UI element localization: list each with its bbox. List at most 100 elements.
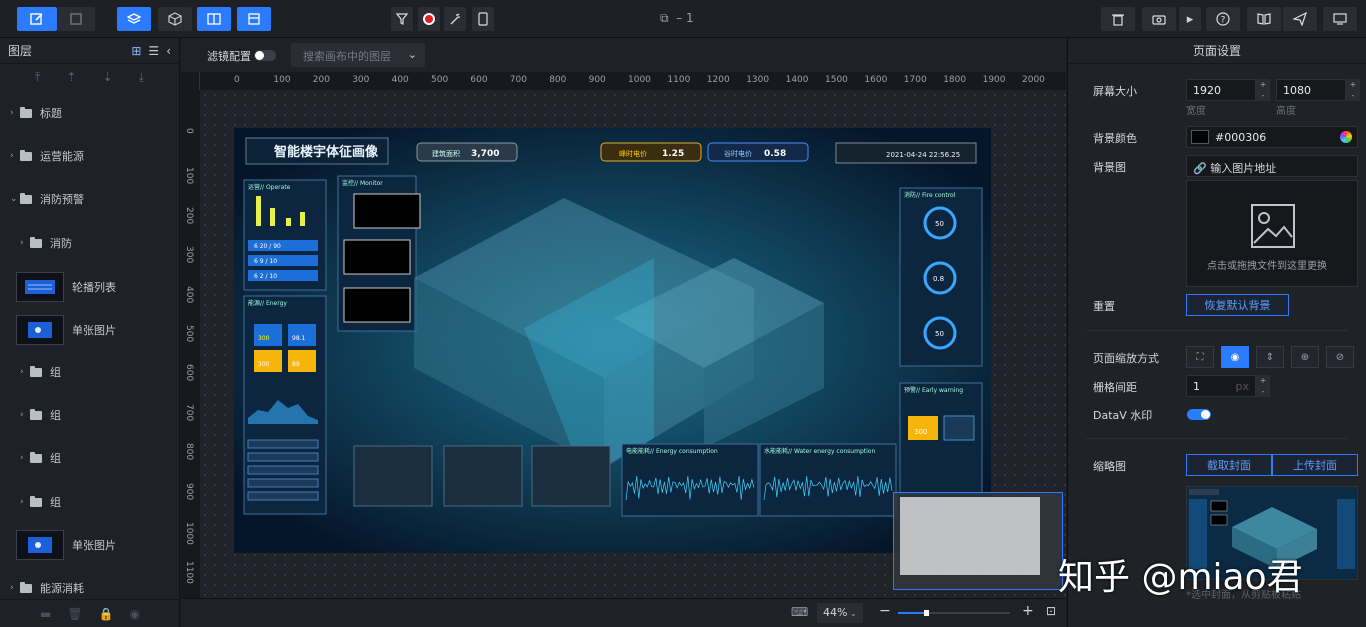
zoom-slider-track[interactable] [898, 610, 1010, 616]
layer-item[interactable]: › 运营能源 [0, 148, 180, 164]
ruler-tick-label: 800 [549, 75, 567, 85]
ruler-tick-label: 500 [431, 75, 449, 85]
layer-label: 标题 [40, 107, 62, 120]
fit-screen-icon[interactable]: ⊡ [1046, 604, 1056, 618]
ruler-tick-label: 300 [184, 246, 194, 264]
layer-search-input[interactable]: 搜索画布中的图层 ⌄ [291, 43, 425, 67]
preview-mode-button[interactable] [57, 7, 95, 31]
layer-item[interactable]: › 组 [0, 407, 180, 423]
delete-icon[interactable]: 🗑 [67, 607, 82, 621]
filter-button[interactable] [391, 7, 413, 31]
page-settings-header: 页面设置 [1068, 38, 1366, 64]
toolbox-toggle-button[interactable] [237, 7, 271, 31]
watermark-label: DataV 水印 [1093, 409, 1153, 422]
filter-bar: 滤镜配置 搜索画布中的图层 ⌄ [181, 38, 1066, 72]
folder-icon [30, 495, 42, 507]
capture-cover-button[interactable]: 截取封面 [1186, 454, 1272, 476]
magic-button[interactable] [444, 7, 466, 31]
layer-item[interactable]: › 标题 [0, 105, 180, 121]
folder-icon[interactable]: ▬ [40, 607, 51, 621]
upload-cover-button[interactable]: 上传封面 [1272, 454, 1358, 476]
eye-icon[interactable]: ◉ [130, 607, 140, 621]
layer-item[interactable]: › 能源消耗 [0, 580, 180, 596]
move-top-icon[interactable]: ⤒ [35, 70, 40, 85]
canvas-minimap[interactable] [893, 492, 1063, 590]
layer-item[interactable]: › 组 [0, 364, 180, 380]
canvas-stage[interactable]: 智能楼宇体征画像 建筑面积 3,700 峰时电价 1.25 谷时电价 0.58 … [200, 90, 1066, 598]
dashboard-screen[interactable]: 智能楼宇体征画像 建筑面积 3,700 峰时电价 1.25 谷时电价 0.58 … [234, 128, 991, 553]
layer-item[interactable]: 轮播列表 [0, 271, 180, 303]
layer-item[interactable]: 单张图片 [0, 314, 180, 346]
dashboard-datetime: 2021-04-24 22:56.25 [886, 151, 960, 159]
scale-full-button[interactable]: ⊕ [1291, 346, 1319, 368]
record-button[interactable] [418, 7, 440, 31]
bg-color-value: #000306 [1215, 131, 1267, 144]
height-stepper[interactable]: + - [1346, 79, 1360, 101]
collapse-icon[interactable]: ‹ [166, 44, 171, 58]
snapshot-button[interactable] [1142, 7, 1176, 31]
config-panel-toggle-button[interactable] [197, 7, 231, 31]
edit-mode-button[interactable] [17, 7, 57, 31]
layer-item[interactable]: ⌄ 消防预警 [0, 191, 180, 207]
bg-color-input[interactable]: #000306 [1186, 126, 1358, 148]
zoom-out-icon[interactable]: − [879, 603, 891, 619]
layer-item[interactable]: › 组 [0, 450, 180, 466]
layer-item[interactable]: › 组 [0, 494, 180, 510]
scale-width-button[interactable]: ◉ [1221, 346, 1249, 368]
filter-toggle[interactable] [254, 50, 276, 61]
bg-image-label: 背景图 [1093, 161, 1126, 174]
publish-button[interactable] [1283, 7, 1317, 31]
bg-image-upload-area[interactable]: 点击或拖拽文件到这里更换 [1186, 180, 1358, 287]
layer-label: 运营能源 [40, 150, 84, 163]
ruler-tick-label: 700 [184, 403, 194, 421]
width-input[interactable]: 1920 [1186, 79, 1256, 101]
layers-toggle-button[interactable] [117, 7, 151, 31]
grid-stepper[interactable]: + - [1256, 375, 1270, 397]
width-stepper[interactable]: + - [1256, 79, 1270, 101]
scale-mode-label: 页面缩放方式 [1093, 352, 1159, 365]
height-input[interactable]: 1080 [1276, 79, 1346, 101]
zoom-select[interactable]: 44% ⌄ [817, 603, 863, 623]
help-button[interactable]: ? [1206, 7, 1240, 31]
zoom-in-icon[interactable]: + [1022, 603, 1034, 619]
folder-icon [30, 451, 42, 463]
color-picker-icon[interactable] [1340, 131, 1352, 143]
minimap-viewport[interactable] [900, 497, 1040, 575]
watermark-toggle[interactable] [1187, 409, 1211, 420]
move-bottom-icon[interactable]: ⤓ [139, 70, 144, 85]
preview-button[interactable] [1323, 7, 1357, 31]
scale-fit-button[interactable]: ⛶ [1186, 346, 1214, 368]
move-down-icon[interactable]: ⇣ [103, 70, 113, 84]
energy-value: 300 [258, 335, 270, 342]
history-button[interactable] [1101, 7, 1135, 31]
layers-footer-toolbar: ▬ 🗑 🔒 ◉ [0, 599, 180, 627]
divider [1086, 438, 1348, 439]
chevron-right-icon: › [10, 151, 14, 161]
reset-background-button[interactable]: 恢复默认背景 [1186, 294, 1289, 316]
ruler-corner[interactable] [181, 72, 200, 90]
gauge-value: 50 [935, 220, 944, 228]
shortcut-icon[interactable]: ⌨ [791, 605, 808, 619]
chevron-right-icon: › [20, 497, 24, 507]
more-arrow-button[interactable]: ▸ [1179, 7, 1201, 31]
layers-panel-title: 图层 [8, 44, 33, 58]
zoom-slider-handle[interactable] [924, 610, 929, 616]
scale-none-button[interactable]: ⊘ [1326, 346, 1354, 368]
link-icon: 🔗 [1193, 162, 1207, 175]
layer-item[interactable]: 单张图片 [0, 529, 180, 561]
color-swatch [1191, 130, 1209, 144]
list-view-icon[interactable]: ☰ [148, 44, 159, 58]
energy-value: 98.1 [292, 335, 306, 342]
bg-image-url-input[interactable]: 🔗 输入图片地址 [1186, 155, 1358, 177]
stat-area-label: 建筑面积 [432, 149, 460, 158]
components-toggle-button[interactable] [158, 7, 192, 31]
docs-button[interactable] [1247, 7, 1281, 31]
lock-icon[interactable]: 🔒 [99, 607, 114, 621]
layer-item[interactable]: › 消防 [0, 235, 180, 251]
capture-cover-label: 截取封面 [1207, 459, 1251, 472]
scale-height-button[interactable]: ⇕ [1256, 346, 1284, 368]
grid-view-icon[interactable]: ⊞ [131, 44, 141, 58]
grid-spacing-input[interactable]: 1 px [1186, 375, 1256, 397]
mobile-preview-button[interactable] [472, 7, 494, 31]
move-up-icon[interactable]: ⇡ [66, 70, 76, 84]
